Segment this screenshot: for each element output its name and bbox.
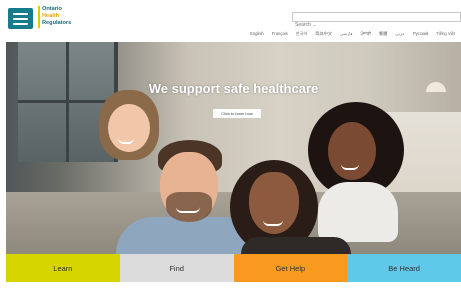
site-logo[interactable]: Ontario Health Regulators (38, 6, 88, 28)
navigation-tiles: Learn Find Get Help Be Heard (6, 254, 461, 282)
logo-accent-bar (38, 6, 40, 28)
mother-smile (263, 220, 283, 226)
family-photo-girl-left-face (108, 104, 150, 152)
tile-be-heard[interactable]: Be Heard (347, 254, 461, 282)
family-photo-girl-right-face (328, 122, 376, 180)
menu-icon-bar (13, 13, 28, 15)
father-smile (176, 207, 200, 213)
tile-learn[interactable]: Learn (6, 254, 120, 282)
language-link[interactable]: 简体中文 (315, 31, 332, 37)
tile-get-help[interactable]: Get Help (233, 254, 348, 282)
page: Ontario Health Regulators English França… (0, 0, 461, 290)
language-link[interactable]: Tiếng Việt (436, 31, 455, 37)
language-link[interactable]: عربى (395, 31, 404, 37)
menu-icon-bar (13, 23, 28, 25)
site-header: Ontario Health Regulators English França… (0, 0, 461, 42)
language-link[interactable]: 繁體 (379, 31, 387, 37)
family-photo-girl-right-shirt (318, 182, 398, 242)
hero-title: We support safe healthcare (148, 81, 319, 96)
logo-line-2: Health (42, 13, 60, 19)
family-photo-mother-shirt (241, 237, 351, 254)
logo-line-3: Regulators (42, 20, 72, 26)
language-link[interactable]: فارسی (340, 31, 352, 37)
hero-cta-button[interactable]: Click to learn how (213, 109, 261, 118)
logo-line-1: Ontario (42, 6, 62, 12)
search-input[interactable] (293, 21, 460, 29)
language-link[interactable]: English (250, 31, 264, 37)
language-links: English Français 한국어 简体中文 فارسی ਪੰਜਾਬੀ 繁… (250, 31, 455, 37)
tile-find[interactable]: Find (119, 254, 234, 282)
language-link[interactable]: 한국어 (296, 31, 308, 37)
language-link[interactable]: Français (272, 31, 288, 37)
hero-banner: We support safe healthcare Click to lear… (6, 42, 461, 254)
language-link[interactable]: Русский (413, 31, 429, 37)
language-link[interactable]: ਪੰਜਾਬੀ (360, 31, 371, 37)
hamburger-menu-button[interactable] (8, 8, 33, 29)
menu-icon-bar (13, 18, 28, 20)
search-box (292, 12, 461, 29)
